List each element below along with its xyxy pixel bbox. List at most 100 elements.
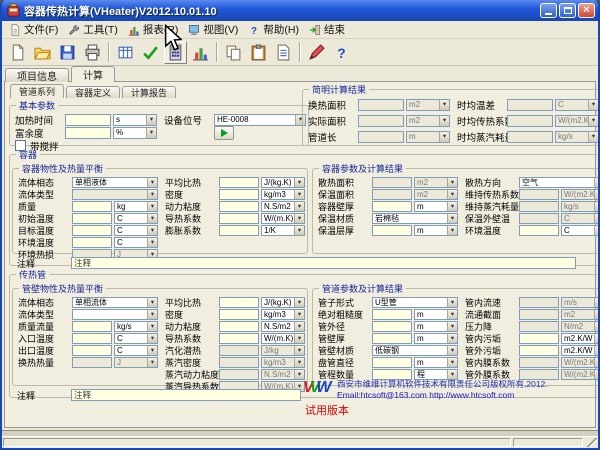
value-input[interactable] [219, 297, 259, 308]
unit-dropdown[interactable]: C▾ [114, 237, 158, 248]
dropdown-field[interactable]: 低碳钢▾ [372, 345, 458, 356]
website-link[interactable]: http://www.htcsoft.com [429, 390, 514, 400]
unit-dropdown[interactable]: 1/K▾ [261, 225, 305, 236]
check-button[interactable] [139, 41, 162, 64]
menu-item[interactable]: ?帮助(H) [243, 22, 304, 38]
unit-dropdown: W/(m2.K)▾ [561, 189, 600, 200]
minimize-button[interactable] [540, 3, 557, 18]
clipboard-button[interactable] [247, 41, 270, 64]
new-file-button[interactable] [6, 41, 29, 64]
unit-dropdown[interactable]: m2.K/W▾ [561, 345, 600, 356]
sub-tab[interactable]: 容器定义 [66, 86, 120, 98]
value-input[interactable] [72, 213, 112, 224]
run-calculation-button[interactable] [214, 126, 234, 140]
email-link[interactable]: Email:htcsoft@163.com [337, 390, 427, 400]
unit-dropdown[interactable]: s▾ [113, 114, 157, 126]
unit-dropdown[interactable]: kg/s▾ [114, 321, 158, 332]
value-input[interactable] [519, 333, 559, 344]
menu-item[interactable]: 工具(T) [63, 22, 122, 38]
close-button[interactable]: × [578, 3, 595, 18]
value-input[interactable] [72, 321, 112, 332]
value-input[interactable] [65, 114, 111, 126]
value-input[interactable] [519, 225, 559, 236]
value-input[interactable] [219, 177, 259, 188]
value-input[interactable] [219, 225, 259, 236]
unit-dropdown[interactable]: m▾ [414, 201, 458, 212]
value-input[interactable] [372, 357, 412, 368]
value-input[interactable] [65, 127, 111, 139]
value-input[interactable] [219, 309, 259, 320]
sub-tab[interactable]: 管道系列 [10, 84, 64, 98]
unit-dropdown[interactable]: J/(kg.K)▾ [261, 297, 305, 308]
unit-dropdown: m▾ [406, 131, 450, 143]
value-input[interactable] [219, 333, 259, 344]
unit-dropdown[interactable]: kg/m3▾ [261, 189, 305, 200]
unit-dropdown[interactable]: W/(m.K)▾ [261, 333, 305, 344]
value-input[interactable] [372, 225, 412, 236]
menu-item[interactable]: 结束 [304, 22, 350, 38]
save-button[interactable] [56, 41, 79, 64]
unit-dropdown[interactable]: J/(kg.K)▾ [261, 177, 305, 188]
value-input[interactable] [372, 201, 412, 212]
dropdown-field[interactable]: 岩棉毡▾ [372, 213, 458, 224]
unit-dropdown[interactable]: %▾ [113, 127, 157, 139]
copy-button[interactable] [222, 41, 245, 64]
tube-note-input[interactable] [71, 389, 301, 401]
value-input[interactable] [72, 201, 112, 212]
dropdown-field[interactable]: 单相流体▾ [72, 297, 158, 308]
menu-item[interactable]: 视图(V) [183, 22, 243, 38]
toolbar-separator [108, 42, 110, 62]
dropdown-field[interactable]: U型管▾ [372, 297, 458, 308]
unit-dropdown[interactable]: m2.K/W▾ [561, 333, 600, 344]
unit-dropdown[interactable]: m▾ [414, 357, 458, 368]
unit-dropdown[interactable]: C▾ [114, 333, 158, 344]
value-input[interactable] [219, 321, 259, 332]
open-folder-button[interactable] [31, 41, 54, 64]
value-input[interactable] [72, 237, 112, 248]
unit-dropdown[interactable]: N.S/m2▾ [261, 321, 305, 332]
field-row: 散热方向空气▾ [462, 176, 600, 188]
grid-button[interactable] [114, 41, 137, 64]
unit-dropdown[interactable]: W/(m.K)▾ [261, 213, 305, 224]
unit-dropdown[interactable]: C▾ [114, 213, 158, 224]
unit-dropdown[interactable]: C▾ [561, 225, 600, 236]
value-input[interactable] [219, 189, 259, 200]
main-tab[interactable]: 计算 [71, 66, 115, 82]
unit-dropdown[interactable]: C▾ [114, 225, 158, 236]
dropdown-field[interactable]: 空气▾ [519, 177, 600, 188]
value-input[interactable] [72, 333, 112, 344]
unit-dropdown[interactable]: m▾ [414, 225, 458, 236]
dropdown-field[interactable]: ▾ [72, 309, 158, 320]
printer-button[interactable] [81, 41, 104, 64]
report-button[interactable] [272, 41, 295, 64]
unit-dropdown[interactable]: N.S/m2▾ [261, 201, 305, 212]
value-input[interactable] [219, 213, 259, 224]
value-input[interactable] [72, 225, 112, 236]
pen-button[interactable] [305, 41, 328, 64]
resize-grip[interactable] [585, 438, 597, 447]
chart-button[interactable] [189, 41, 212, 64]
calculator-button[interactable] [164, 41, 187, 64]
sub-tab[interactable]: 计算报告 [122, 86, 176, 98]
unit-dropdown[interactable]: m▾ [414, 333, 458, 344]
maximize-button[interactable] [559, 3, 576, 18]
value-input[interactable] [72, 345, 112, 356]
play-icon [221, 129, 228, 137]
unit-dropdown[interactable]: kg▾ [114, 201, 158, 212]
help-button[interactable]: ? [330, 41, 353, 64]
field-label: 富余度 [15, 126, 65, 140]
unit-dropdown[interactable]: kg/m3▾ [261, 309, 305, 320]
dropdown-field[interactable]: 单相液体▾ [72, 177, 158, 188]
unit-dropdown[interactable]: C▾ [114, 345, 158, 356]
value-input[interactable] [372, 309, 412, 320]
unit-dropdown[interactable]: m▾ [414, 321, 458, 332]
unit-dropdown[interactable]: m▾ [414, 309, 458, 320]
value-input[interactable] [372, 333, 412, 344]
main-tab[interactable]: 项目信息 [5, 68, 69, 82]
menu-item[interactable]: 报表(R) [123, 22, 184, 38]
value-input[interactable] [519, 345, 559, 356]
menu-item[interactable]: 文件(F) [4, 22, 63, 38]
dropdown-field[interactable]: HE-0008▾ [214, 114, 306, 126]
value-input[interactable] [219, 201, 259, 212]
value-input[interactable] [372, 321, 412, 332]
